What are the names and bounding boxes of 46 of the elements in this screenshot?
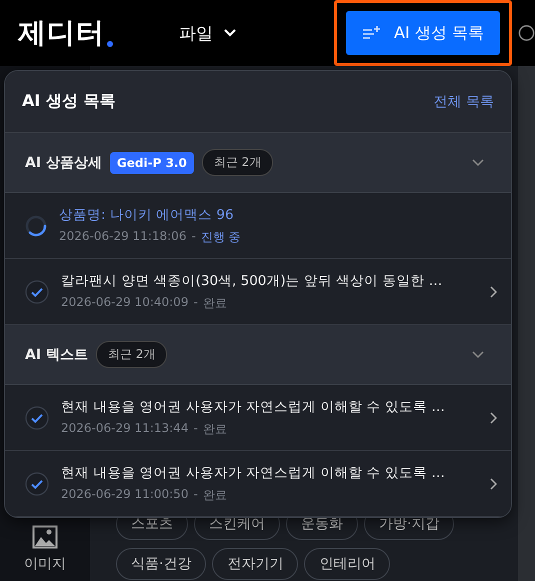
item-title: 현재 내용을 영어권 사용자가 자연스럽게 이해할 수 있도록 … <box>61 464 446 482</box>
ai-list-button[interactable]: AI 생성 목록 <box>346 11 500 55</box>
chevron-right-icon <box>489 478 497 490</box>
chevron-right-icon <box>489 412 497 424</box>
section-title: AI 텍스트 <box>25 346 88 364</box>
item-title: 상품명: 나이키 에어맥스 96 <box>59 206 235 224</box>
item-status: 완료 <box>202 420 227 438</box>
logo: 제디터 <box>18 15 105 51</box>
chevron-right-icon <box>489 286 497 298</box>
chevron-down-icon <box>223 28 238 38</box>
separator: - <box>191 228 196 244</box>
item-status: 완료 <box>202 486 227 504</box>
item-time: 2026-06-29 11:13:44 <box>61 420 188 436</box>
item-time: 2026-06-29 10:40:09 <box>61 294 188 310</box>
category-tag[interactable]: 식품·건강 <box>116 548 206 580</box>
count-badge: 최근 2개 <box>202 149 274 176</box>
history-item[interactable]: 현재 내용을 영어권 사용자가 자연스럽게 이해할 수 있도록 … 2026-06-29 11:00:50 - 완료 <box>5 451 511 517</box>
panel-title: AI 생성 목록 <box>22 91 116 112</box>
separator: - <box>193 294 198 310</box>
model-badge: Gedi-P 3.0 <box>110 152 194 174</box>
item-title: 현재 내용을 영어권 사용자가 자연스럽게 이해할 수 있도록 … <box>61 398 446 416</box>
count-badge: 최근 2개 <box>96 341 168 368</box>
section-header[interactable]: AI 텍스트 최근 2개 <box>5 325 511 385</box>
category-tag[interactable]: 인테리어 <box>304 548 390 580</box>
item-title: 칼라팬시 양면 색종이(30색, 500개)는 앞뒤 색상이 동일한 … <box>61 272 444 290</box>
list-sparkle-icon <box>362 25 382 41</box>
separator: - <box>193 486 198 502</box>
sidebar-label[interactable]: 이미지 <box>24 555 66 573</box>
image-icon[interactable] <box>32 525 58 549</box>
category-tag[interactable]: 전자기기 <box>212 548 298 580</box>
item-status: 완료 <box>202 294 227 312</box>
file-menu[interactable]: 파일 <box>179 22 331 44</box>
section-header[interactable]: AI 상품상세 Gedi-P 3.0 최근 2개 <box>5 133 511 193</box>
circle-icon[interactable] <box>518 24 535 42</box>
history-item[interactable]: 현재 내용을 영어권 사용자가 자연스럽게 이해할 수 있도록 … 2026-06-29 11:13:44 - 완료 <box>5 385 511 451</box>
chevron-down-icon <box>471 350 485 359</box>
section-title: AI 상품상세 <box>25 154 102 172</box>
separator: - <box>193 420 198 436</box>
view-all-link[interactable]: 전체 목록 <box>434 92 494 110</box>
history-item[interactable]: 칼라팬시 양면 색종이(30색, 500개)는 앞뒤 색상이 동일한 … 2026-06-29 10:40:09 - 완료 <box>5 259 511 325</box>
history-item[interactable]: 상품명: 나이키 에어맥스 96 2026-06-29 11:18:06 - 진행 중 <box>5 193 511 259</box>
item-time: 2026-06-29 11:00:50 <box>61 486 188 502</box>
logo-dot-icon <box>107 41 113 47</box>
item-status: 진행 중 <box>200 228 241 246</box>
chevron-down-icon <box>471 158 485 167</box>
item-time: 2026-06-29 11:18:06 <box>59 228 186 244</box>
